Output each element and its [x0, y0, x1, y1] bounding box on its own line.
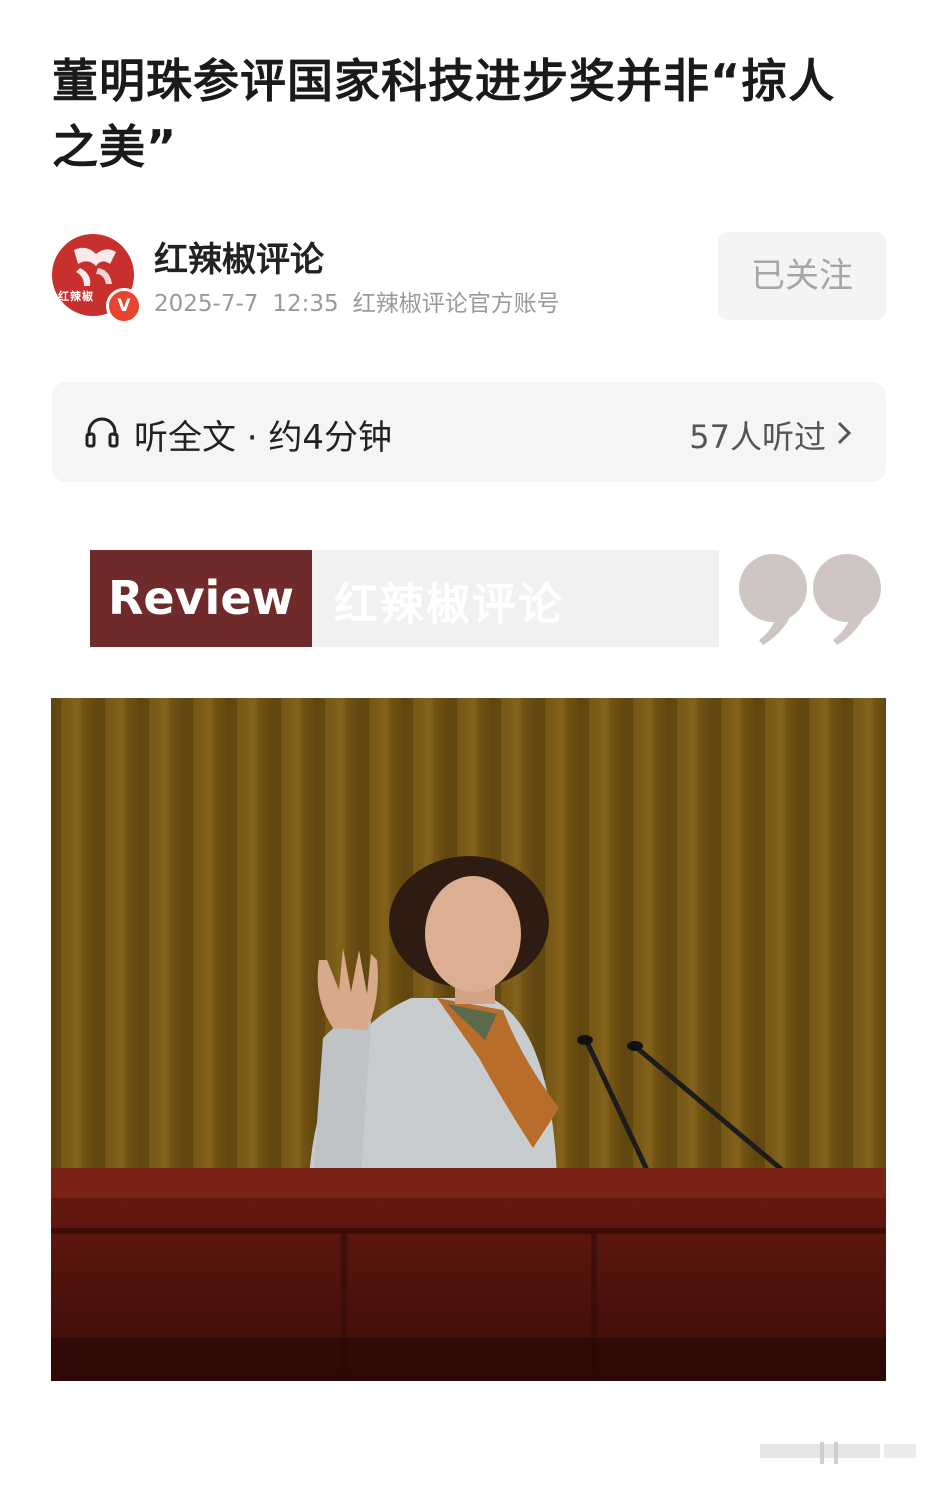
review-sub-box: 红辣椒评论 [312, 550, 719, 647]
account-type: 红辣椒评论官方账号 [352, 291, 560, 317]
chevron-right-icon [837, 421, 852, 445]
chili-logo-icon [74, 247, 116, 286]
watermark-icon [760, 1442, 916, 1464]
publish-time: 12:35 [272, 291, 339, 317]
review-label: Review [90, 550, 312, 647]
article-photo[interactable] [51, 698, 886, 1381]
author-row: 红辣椒 V 红辣椒评论 2025-7-7 12:35 红辣椒评论官方账号 已关注 [52, 228, 886, 324]
avatar-text: 红辣椒 [58, 290, 94, 303]
review-sub-text: 红辣椒评论 [334, 579, 564, 630]
listen-label: 听全文 · 约4分钟 [134, 418, 393, 458]
review-banner: Review 红辣椒评论 [90, 550, 890, 647]
quote-icon [739, 554, 881, 645]
article-title: 董明珠参评国家科技进步奖并非“掠人之美” [52, 54, 836, 174]
author-name[interactable]: 红辣椒评论 [154, 232, 324, 281]
publish-date: 2025-7-7 [154, 291, 259, 317]
verified-badge: V [106, 288, 142, 324]
listen-count: 57人听过 [689, 418, 826, 456]
photo-of-speaker-at-podium [51, 698, 886, 1381]
article-page: 董明珠参评国家科技进步奖并非“掠人之美” 红辣椒 V 红辣椒评论 2025-7-… [0, 0, 936, 1485]
avatar[interactable]: 红辣椒 V [52, 234, 142, 324]
headphone-icon [85, 417, 119, 448]
author-meta: 2025-7-7 12:35 红辣椒评论官方账号 [154, 284, 574, 318]
follow-button[interactable]: 已关注 [718, 232, 886, 320]
listen-bar[interactable]: 听全文 · 约4分钟 57人听过 [52, 382, 886, 482]
